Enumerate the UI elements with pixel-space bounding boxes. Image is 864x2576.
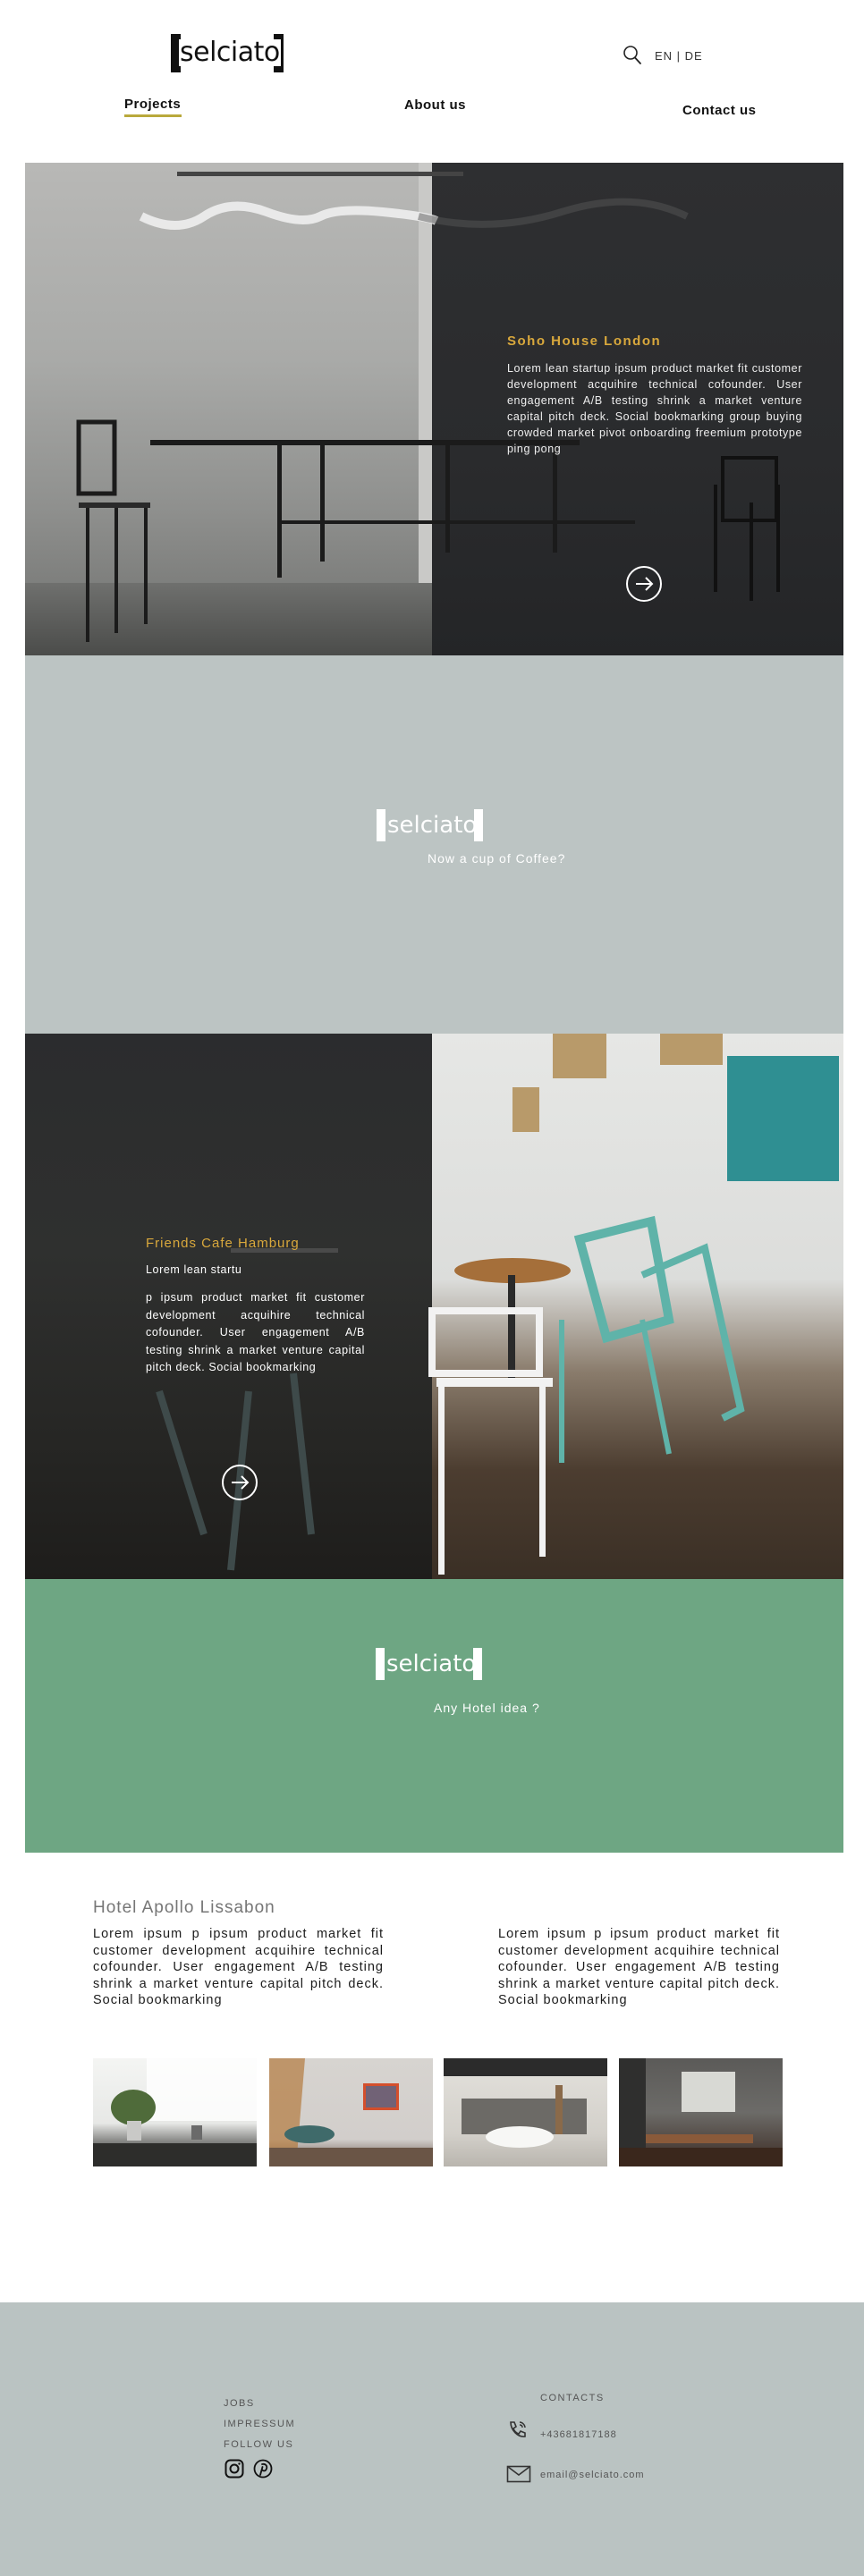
arrow-right-circle-icon[interactable]	[626, 566, 662, 602]
contacts-heading: CONTACTS	[540, 2393, 605, 2403]
hotel-band	[25, 1579, 843, 1853]
apollo-project-title[interactable]: Hotel Apollo Lissabon	[93, 1898, 275, 1918]
nav-projects[interactable]: Projects	[124, 97, 181, 112]
nav-about-us[interactable]: About us	[404, 97, 466, 113]
band-logo[interactable]: selciato	[377, 809, 483, 841]
coffee-tagline: Now a cup of Coffee?	[428, 851, 566, 866]
pinterest-icon[interactable]	[253, 2459, 273, 2479]
footer-follow-us-label: FOLLOW US	[224, 2439, 294, 2450]
gallery-thumb-3[interactable]	[444, 2058, 607, 2166]
arrow-right-circle-icon[interactable]	[222, 1465, 258, 1500]
gallery-thumb-4[interactable]	[619, 2058, 783, 2166]
language-switcher[interactable]: EN | DE	[655, 49, 703, 63]
hero2-project-title[interactable]: Friends Cafe Hamburg	[146, 1236, 300, 1251]
band-logo-bar-left	[377, 809, 385, 841]
nav-contact-us[interactable]: Contact us	[682, 103, 757, 118]
apollo-text-col-2: Lorem ipsum p ipsum product market fit c…	[498, 1927, 780, 2007]
site-footer	[0, 2302, 864, 2576]
bathroom-image	[444, 2058, 607, 2148]
hero-project-description: Lorem lean startup ipsum product market …	[507, 362, 802, 455]
gallery-thumb-1[interactable]	[93, 2058, 257, 2166]
band-logo-text: selciato	[387, 812, 478, 839]
hero-project-title[interactable]: Soho House London	[507, 334, 661, 349]
phone-icon	[506, 2420, 531, 2441]
footer-link-jobs[interactable]: JOBS	[224, 2398, 255, 2409]
band-logo-text: selciato	[386, 1651, 477, 1677]
apollo-text-col-1: Lorem ipsum p ipsum product market fit c…	[93, 1927, 384, 2007]
nav-active-underline	[124, 114, 182, 117]
hero2-project-subtitle: Lorem lean startu	[146, 1263, 242, 1276]
coffee-band	[25, 655, 843, 1034]
hotel-tagline: Any Hotel idea ?	[434, 1701, 540, 1715]
plant-image	[93, 2058, 257, 2166]
hero2-project-description: p ipsum product market fit customer deve…	[146, 1291, 365, 1373]
logo-text: selciato	[179, 37, 281, 68]
band-logo[interactable]: selciato	[376, 1648, 482, 1680]
band-logo-bar-left	[376, 1648, 385, 1680]
search-icon[interactable]	[623, 45, 642, 66]
lobby-image	[269, 2058, 433, 2166]
email-icon	[506, 2465, 531, 2487]
living-room-image	[619, 2058, 783, 2166]
footer-link-impressum[interactable]: IMPRESSUM	[224, 2419, 295, 2429]
instagram-icon[interactable]	[224, 2459, 244, 2479]
gallery-thumb-2[interactable]	[269, 2058, 433, 2166]
contact-email[interactable]: email@selciato.com	[540, 2470, 645, 2480]
site-logo[interactable]: selciato	[171, 34, 284, 72]
contact-phone[interactable]: +43681817188	[540, 2429, 617, 2440]
